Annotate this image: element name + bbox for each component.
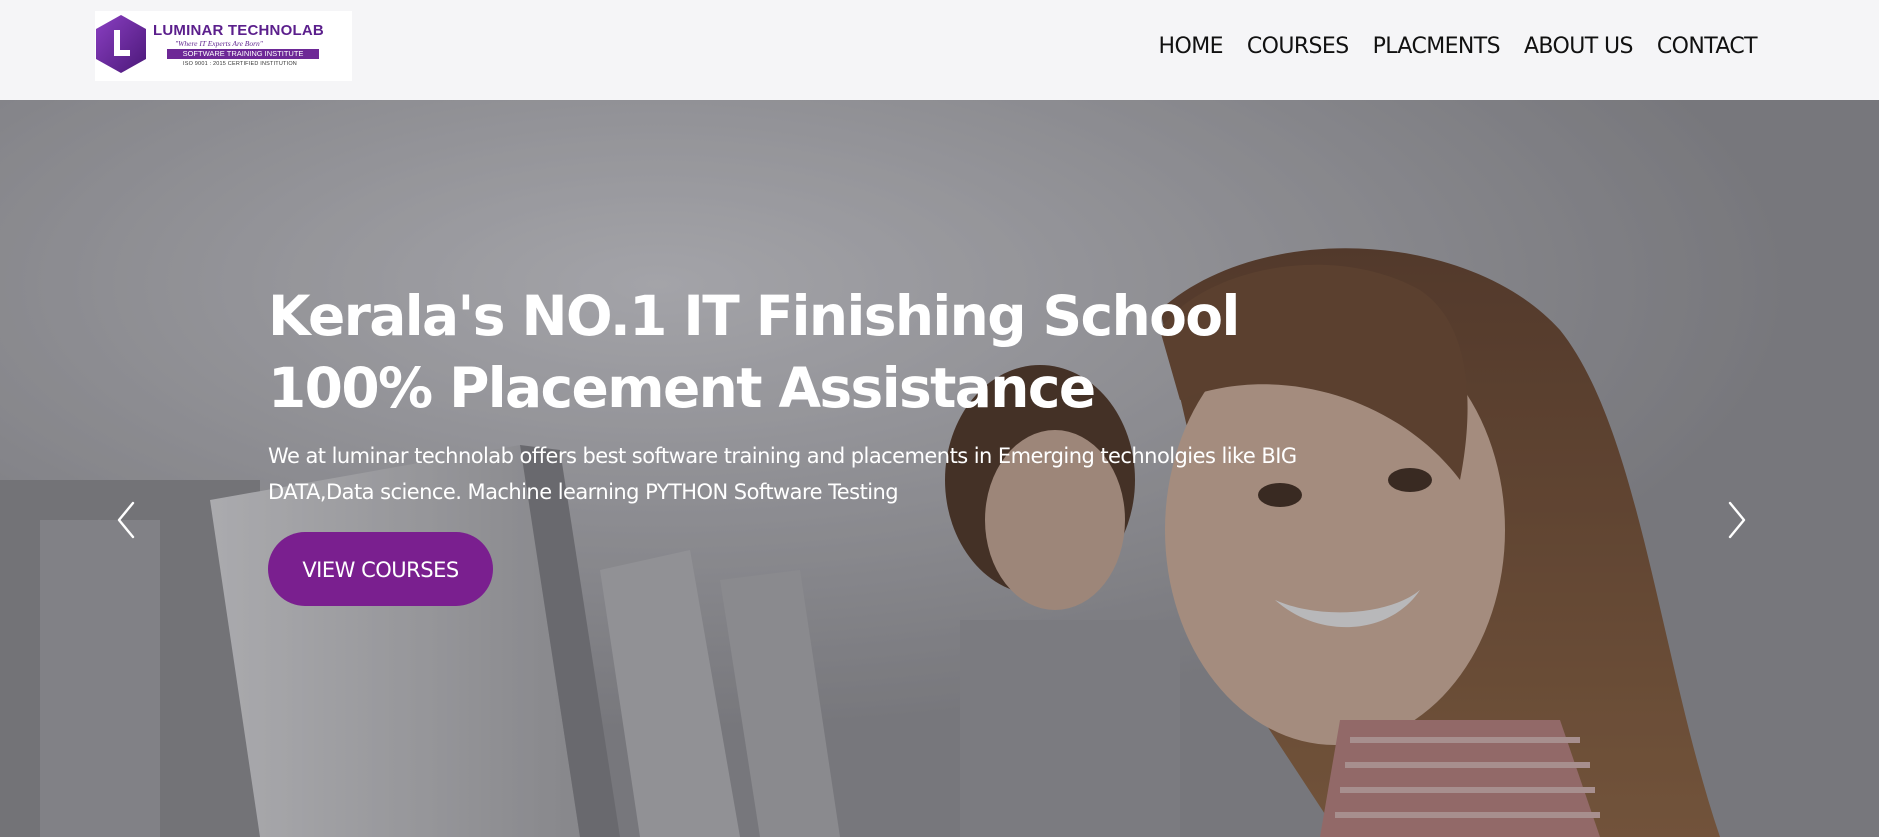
logo-iso-line: ISO 9001 : 2015 CERTIFIED INSTITUTION	[183, 61, 297, 67]
hero-carousel: Kerala's NO.1 IT Finishing School 100% P…	[0, 100, 1879, 837]
logo-name: LUMINAR TECHNOLAB	[153, 22, 324, 39]
logo-band: SOFTWARE TRAINING INSTITUTE	[167, 49, 319, 59]
nav-courses[interactable]: COURSES	[1247, 30, 1349, 64]
hero-description: We at luminar technolab offers best soft…	[268, 444, 1297, 504]
view-courses-button[interactable]: VIEW COURSES	[268, 532, 493, 606]
site-logo[interactable]: LUMINAR TECHNOLAB "Where IT Experts Are …	[95, 11, 352, 81]
chevron-left-icon	[117, 501, 135, 539]
hero-title-line-1: Kerala's NO.1 IT Finishing School	[268, 284, 1240, 348]
carousel-prev-button[interactable]	[108, 490, 144, 550]
hero-title-line-2: 100% Placement Assistance	[268, 356, 1096, 420]
hero-title: Kerala's NO.1 IT Finishing School 100% P…	[268, 280, 1318, 424]
chevron-right-icon	[1728, 501, 1746, 539]
nav-contact[interactable]: CONTACT	[1657, 30, 1758, 64]
logo-hexagon-icon	[96, 15, 146, 73]
logo-tagline: "Where IT Experts Are Born"	[175, 39, 263, 48]
nav-home[interactable]: HOME	[1159, 30, 1224, 64]
hero-caption: Kerala's NO.1 IT Finishing School 100% P…	[268, 280, 1318, 606]
nav-about-us[interactable]: ABOUT US	[1524, 30, 1633, 64]
site-header: LUMINAR TECHNOLAB "Where IT Experts Are …	[0, 0, 1879, 100]
carousel-next-button[interactable]	[1719, 490, 1755, 550]
nav-placements[interactable]: PLACMENTS	[1373, 30, 1501, 64]
main-nav: HOME COURSES PLACMENTS ABOUT US CONTACT	[1159, 30, 1758, 64]
